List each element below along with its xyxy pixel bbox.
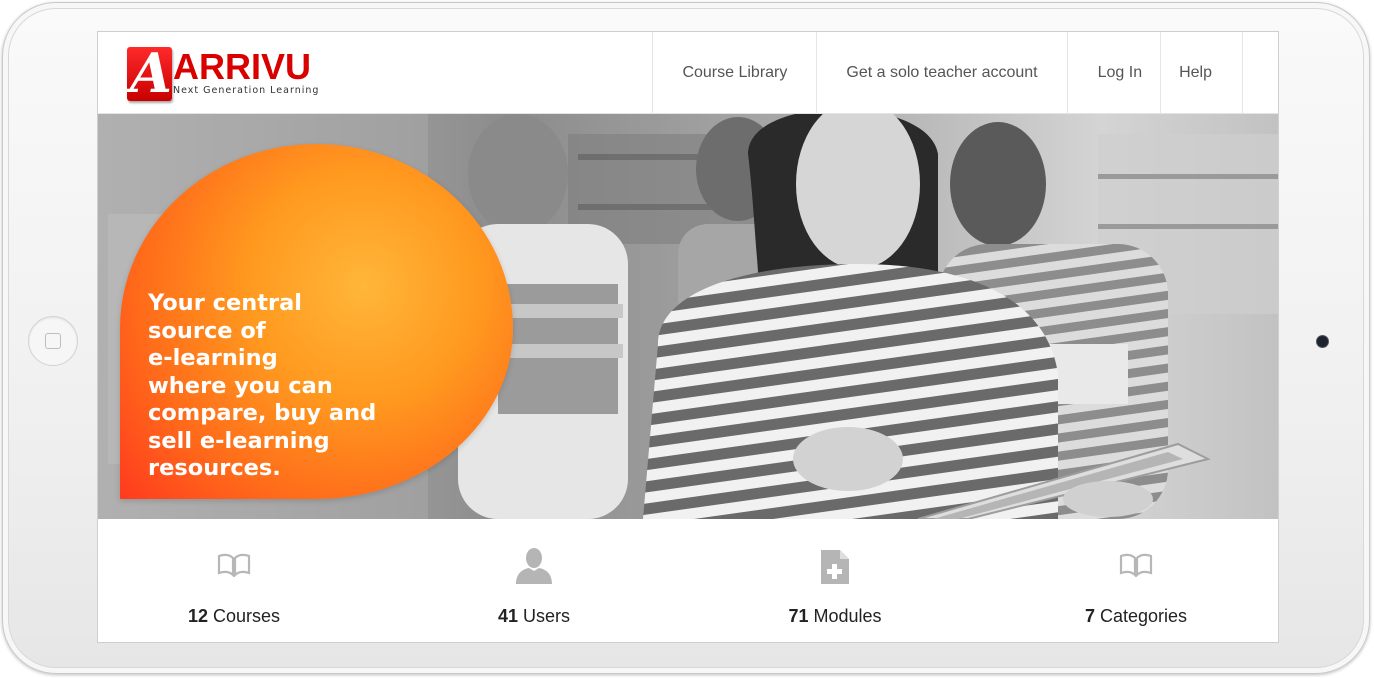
stat-modules-count: 71 [788,606,809,626]
stat-categories-text: Categories [1099,606,1188,626]
hero-headline-line: Your central [148,290,302,316]
stat-categories-count: 7 [1084,606,1095,626]
book-icon [217,553,251,577]
camera-icon [1317,336,1328,347]
stat-courses-count: 12 [187,606,208,626]
document-plus-icon [821,550,849,584]
logo-mark-letter: A [130,47,172,101]
home-button[interactable] [28,316,78,366]
book-icon [1119,553,1153,577]
home-square-icon [45,333,61,349]
logo[interactable]: A ARRIVU Next Generation Learning [127,45,320,103]
hero-headline-line: source of [148,317,266,344]
stat-categories[interactable]: 7 Categories [986,519,1278,642]
user-icon [516,548,552,584]
stat-modules[interactable]: 71 Modules [685,519,985,642]
stat-courses-label: 12 Courses [98,606,384,627]
hero-headline-line: compare, buy and [148,400,377,426]
stat-users-label: 41 Users [384,606,684,627]
hero-headline-line: resources. [148,455,281,481]
stat-modules-text: Modules [813,606,882,626]
stat-courses-text: Courses [213,606,281,626]
stat-users[interactable]: 41 Users [384,519,684,642]
nav-help[interactable]: Help [1160,32,1243,113]
stats-bar: 12 Courses 41 Users 71 Modules 7 Categor… [98,519,1278,642]
hero-headline: Your central source of e-learning where … [148,290,448,483]
hero-headline-line: e-learning [148,345,278,371]
screen: A ARRIVU Next Generation Learning Course… [98,32,1278,642]
stat-courses[interactable]: 12 Courses [98,519,384,642]
nav-solo-teacher-account[interactable]: Get a solo teacher account [816,32,1066,113]
hero-headline-line: sell e-learning [148,427,330,454]
hero-banner: Your central source of e-learning where … [98,114,1278,519]
stat-users-count: 41 [497,606,518,626]
stat-categories-label: 7 Categories [986,606,1278,627]
stat-modules-label: 71 Modules [685,606,985,627]
nav-course-library[interactable]: Course Library [652,32,816,113]
site-header: A ARRIVU Next Generation Learning Course… [98,32,1278,114]
main-nav: Course Library Get a solo teacher accoun… [652,32,1243,113]
logo-tagline: Next Generation Learning [173,85,320,96]
nav-log-in[interactable]: Log In [1066,32,1160,113]
stat-users-text: Users [523,606,571,626]
hero-headline-line: where you can [148,372,333,399]
logo-wordmark: ARRIVU [173,46,312,87]
logo-mark: A [127,47,172,101]
